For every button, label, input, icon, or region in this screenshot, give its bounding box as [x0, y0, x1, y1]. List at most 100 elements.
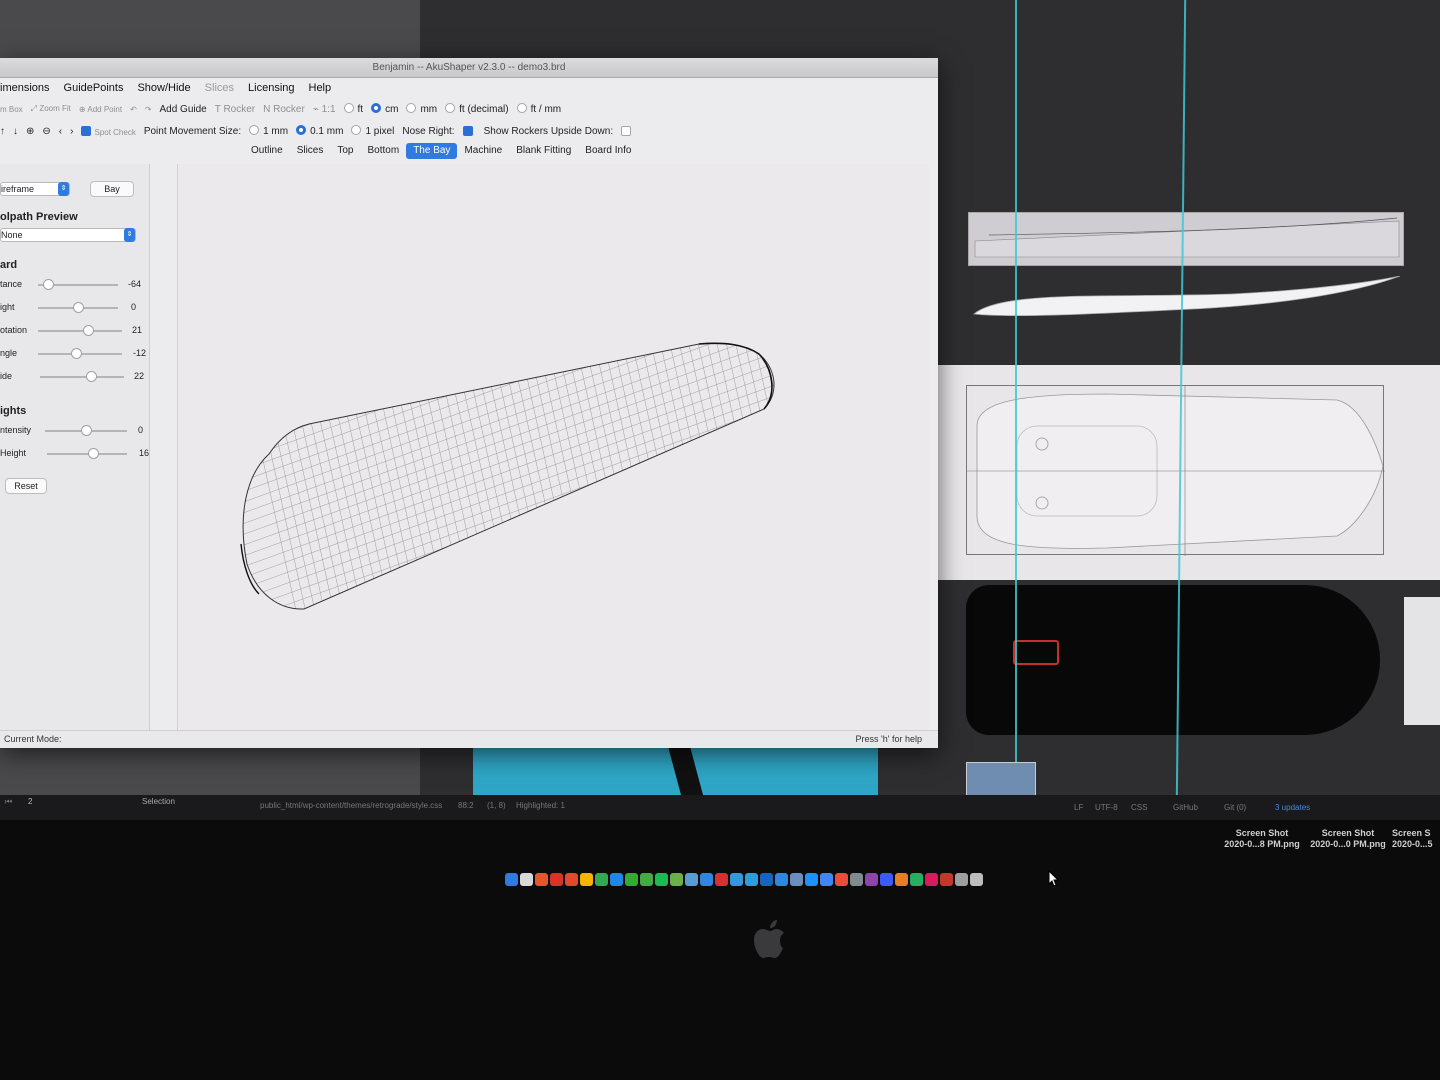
zoom-in-icon[interactable]: ⊕	[26, 126, 34, 137]
chevron-right-icon[interactable]: ›	[70, 126, 73, 137]
spot-check-toggle[interactable]: Spot Check	[81, 125, 136, 137]
movement-radio-1mm[interactable]: 1 mm	[249, 125, 288, 137]
slider-knob[interactable]	[73, 302, 84, 313]
unit-radio-mm[interactable]: mm	[406, 103, 437, 115]
light-slider-row[interactable]: ntensity 0	[0, 424, 150, 438]
dock-app-icon[interactable]	[895, 872, 908, 886]
menu-item[interactable]: Help	[309, 82, 332, 94]
dock-app-icon[interactable]	[670, 872, 683, 886]
zoom-out-icon[interactable]: ⊖	[42, 126, 50, 137]
redo-icon[interactable]: ↷	[145, 105, 152, 114]
dock-app-icon[interactable]	[610, 872, 623, 886]
dock-app-icon[interactable]	[535, 872, 548, 886]
tab-slices[interactable]: Slices	[290, 143, 331, 159]
dock-app-icon[interactable]	[505, 872, 518, 886]
slider-knob[interactable]	[83, 325, 95, 336]
bay-button[interactable]: Bay	[90, 181, 134, 197]
dock-app-icon[interactable]	[820, 872, 833, 886]
git-button[interactable]: Git (0)	[1224, 803, 1246, 812]
encoding[interactable]: UTF-8	[1095, 803, 1118, 812]
dock-app-icon[interactable]	[970, 872, 983, 886]
t-rocker-button[interactable]: T Rocker	[215, 104, 255, 115]
render-mode-select[interactable]: ireframe ⇕	[0, 182, 70, 196]
unit-radio-ft[interactable]: ft	[343, 103, 363, 115]
dock-app-icon[interactable]	[685, 872, 698, 886]
nav-first-icon[interactable]: ⏮	[5, 797, 12, 807]
arrow-up-icon[interactable]: ↑	[0, 126, 5, 137]
light-slider-row[interactable]: Height 16	[0, 447, 150, 461]
dock-app-icon[interactable]	[625, 872, 638, 886]
dock-app-icon[interactable]	[580, 872, 593, 886]
slider-knob[interactable]	[42, 279, 54, 290]
zoom-fit-button[interactable]: ⤢ Zoom Fit	[31, 104, 71, 114]
tab-bottom[interactable]: Bottom	[361, 143, 407, 159]
dock-app-icon[interactable]	[955, 872, 968, 886]
toolpath-select[interactable]: None ⇕	[0, 228, 136, 242]
chevron-left-icon[interactable]: ‹	[59, 126, 62, 137]
dock-app-icon[interactable]	[805, 872, 818, 886]
menu-item[interactable]: Licensing	[248, 82, 294, 94]
3d-viewport[interactable]	[179, 164, 929, 732]
board-slider-row[interactable]: ight 0	[0, 301, 150, 315]
scale-button[interactable]: ⌁ 1:1	[313, 104, 336, 115]
nose-right-checkbox[interactable]	[462, 126, 473, 136]
dock-app-icon[interactable]	[940, 872, 953, 886]
file-path[interactable]: public_html/wp-content/themes/retrograde…	[260, 801, 442, 810]
desktop-file[interactable]: Screen Shot 2020-0...8 PM.png	[1220, 828, 1304, 850]
menu-item[interactable]: GuidePoints	[64, 82, 124, 94]
dock-app-icon[interactable]	[880, 872, 893, 886]
slider-knob[interactable]	[88, 448, 100, 459]
add-point-button[interactable]: ⊕ Add Point	[79, 105, 122, 114]
dock-app-icon[interactable]	[775, 872, 788, 886]
dock-app-icon[interactable]	[850, 872, 863, 886]
dock-app-icon[interactable]	[565, 872, 578, 886]
dock-app-icon[interactable]	[700, 872, 713, 886]
board-slider-row[interactable]: ngle -12	[0, 347, 150, 361]
slider-knob[interactable]	[86, 371, 98, 382]
board-slider-row[interactable]: otation 21	[0, 324, 150, 338]
unit-radio-ft-mm[interactable]: ft / mm	[516, 103, 561, 115]
rockers-upside-checkbox[interactable]	[621, 126, 632, 136]
line-ending[interactable]: LF	[1074, 803, 1083, 812]
movement-radio-01mm[interactable]: 0.1 mm	[296, 125, 343, 137]
dock-app-icon[interactable]	[550, 872, 563, 886]
desktop-file[interactable]: Screen Shot 2020-0...0 PM.png	[1306, 828, 1390, 850]
reset-button[interactable]: Reset	[5, 478, 47, 494]
dock-app-icon[interactable]	[520, 872, 533, 886]
n-rocker-button[interactable]: N Rocker	[263, 104, 305, 115]
tab-board-info[interactable]: Board Info	[578, 143, 638, 159]
menu-item[interactable]: Show/Hide	[137, 82, 190, 94]
unit-radio-cm[interactable]: cm	[371, 103, 398, 115]
tab-the-bay[interactable]: The Bay	[406, 143, 458, 159]
desktop-file[interactable]: Screen S 2020-0...5	[1392, 828, 1440, 850]
grammar[interactable]: CSS	[1131, 803, 1147, 812]
tab-top[interactable]: Top	[330, 143, 360, 159]
dock-app-icon[interactable]	[760, 872, 773, 886]
slider-knob[interactable]	[70, 348, 82, 359]
dock-app-icon[interactable]	[655, 872, 668, 886]
zoom-box-button[interactable]: m Box	[0, 105, 23, 114]
updates-badge[interactable]: 3 updates	[1275, 803, 1310, 812]
board-slider-row[interactable]: tance -64	[0, 278, 150, 292]
dock-app-icon[interactable]	[790, 872, 803, 886]
dock-app-icon[interactable]	[835, 872, 848, 886]
tab-blank-fitting[interactable]: Blank Fitting	[509, 143, 578, 159]
dock-app-icon[interactable]	[595, 872, 608, 886]
unit-radio-ft-decimal[interactable]: ft (decimal)	[445, 103, 509, 115]
dock-app-icon[interactable]	[715, 872, 728, 886]
tab-outline[interactable]: Outline	[244, 143, 290, 159]
menu-item[interactable]: imensions	[0, 82, 50, 94]
add-guide-button[interactable]: Add Guide	[159, 104, 206, 115]
dock-app-icon[interactable]	[910, 872, 923, 886]
slider-knob[interactable]	[81, 425, 92, 436]
dock-app-icon[interactable]	[865, 872, 878, 886]
movement-radio-1pixel[interactable]: 1 pixel	[351, 125, 394, 137]
arrow-down-icon[interactable]: ↓	[13, 126, 18, 137]
dock-app-icon[interactable]	[640, 872, 653, 886]
github-button[interactable]: GitHub	[1173, 803, 1198, 812]
undo-icon[interactable]: ↶	[130, 105, 137, 114]
dock-app-icon[interactable]	[925, 872, 938, 886]
dock-app-icon[interactable]	[745, 872, 758, 886]
dock-app-icon[interactable]	[730, 872, 743, 886]
board-slider-row[interactable]: ide 22	[0, 370, 150, 384]
